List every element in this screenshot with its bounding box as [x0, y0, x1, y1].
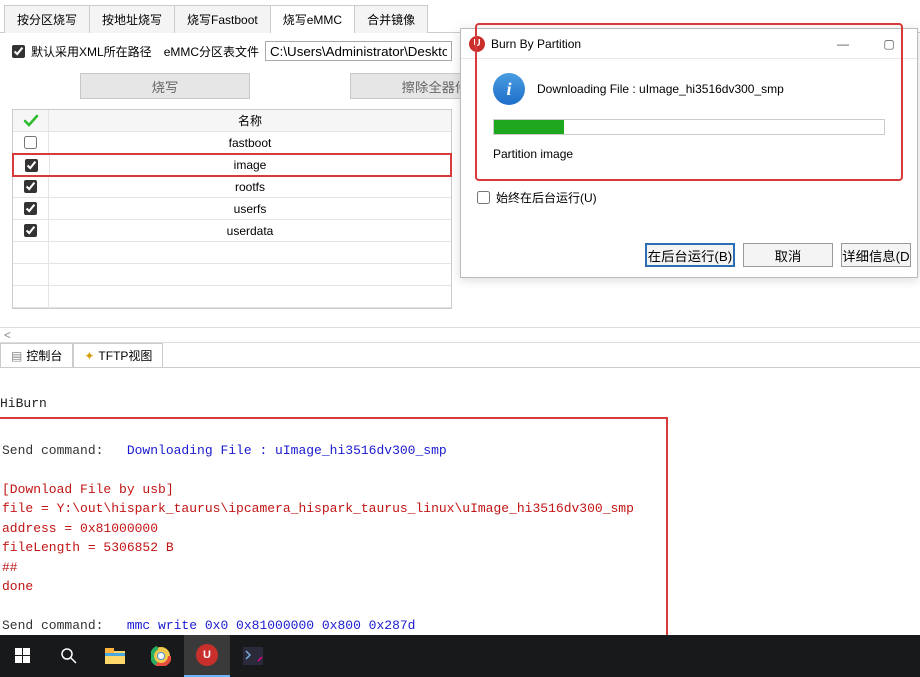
burn-button[interactable]: 烧写 — [80, 73, 250, 99]
windows-taskbar: U — [0, 635, 920, 677]
tab-tftp-label: TFTP视图 — [98, 347, 152, 364]
always-background-label: 始终在后台运行(U) — [496, 189, 597, 206]
emmc-file-path-input[interactable] — [265, 41, 452, 61]
console-output: HiBurn Send command: Downloading File : … — [0, 368, 920, 661]
row-checkbox[interactable] — [24, 180, 37, 193]
table-header-row: 名称 — [13, 110, 451, 132]
tab-merge-image[interactable]: 合并镜像 — [354, 5, 428, 33]
cancel-button[interactable]: 取消 — [743, 243, 833, 267]
file-explorer-icon[interactable] — [92, 635, 138, 677]
table-row[interactable]: userdata — [13, 220, 451, 242]
console-icon: ▤ — [11, 349, 22, 363]
burn-progress-dialog: U Burn By Partition — ▢ i Downloading Fi… — [460, 28, 918, 278]
chrome-icon[interactable] — [138, 635, 184, 677]
tab-console[interactable]: ▤ 控制台 — [0, 343, 73, 367]
info-icon: i — [493, 73, 525, 105]
use-xml-path-label: 默认采用XML所在路径 — [31, 43, 152, 60]
progress-stage: Partition image — [493, 147, 885, 161]
table-row[interactable]: image — [12, 153, 452, 177]
table-row — [13, 264, 451, 286]
row-name: fastboot — [49, 136, 451, 150]
row-checkbox[interactable] — [24, 202, 37, 215]
progress-bar — [493, 119, 885, 135]
tab-burn-emmc[interactable]: 烧写eMMC — [270, 5, 355, 33]
table-row — [13, 242, 451, 264]
console-line: fileLength = 5306852 B — [2, 540, 174, 555]
console-line: mmc write 0x0 0x81000000 0x800 0x287d — [127, 618, 416, 633]
table-row — [13, 286, 451, 308]
console-line: address = 0x81000000 — [2, 521, 158, 536]
table-row[interactable]: rootfs — [13, 176, 451, 198]
row-name: userdata — [49, 224, 451, 238]
dialog-info-box: i Downloading File : uImage_hi3516dv300_… — [475, 23, 903, 181]
console-line: file = Y:\out\hispark_taurus\ipcamera_hi… — [2, 501, 634, 516]
row-checkbox[interactable] — [25, 159, 38, 172]
horizontal-scrollbar[interactable]: < — [0, 327, 920, 343]
table-row[interactable]: fastboot — [13, 132, 451, 154]
tab-burn-by-address[interactable]: 按地址烧写 — [89, 5, 175, 33]
search-button[interactable] — [46, 635, 92, 677]
tab-burn-fastboot[interactable]: 烧写Fastboot — [174, 5, 271, 33]
output-tabs: ▤ 控制台 ✦ TFTP视图 — [0, 343, 920, 368]
console-line: Send command: — [2, 443, 127, 458]
console-line: ## — [2, 560, 18, 575]
terminal-app-icon[interactable] — [230, 635, 276, 677]
tftp-icon: ✦ — [84, 349, 94, 363]
always-background-checkbox[interactable] — [477, 191, 490, 204]
row-name: userfs — [49, 202, 451, 216]
emmc-file-label: eMMC分区表文件 — [164, 43, 259, 60]
console-line: Downloading File : uImage_hi3516dv300_sm… — [127, 443, 447, 458]
start-button[interactable] — [0, 635, 46, 677]
console-line: Send command: — [2, 618, 127, 633]
tab-console-label: 控制台 — [26, 347, 62, 364]
hiburn-app-icon[interactable]: U — [184, 635, 230, 677]
row-checkbox[interactable] — [24, 224, 37, 237]
row-checkbox[interactable] — [24, 136, 37, 149]
run-in-background-button[interactable]: 在后台运行(B) — [645, 243, 735, 267]
header-check-icon — [13, 110, 49, 131]
console-highlight-box: Send command: Downloading File : uImage_… — [0, 417, 668, 641]
partition-table: 名称 fastboot image rootfs userfs userdata — [12, 109, 452, 309]
tab-tftp[interactable]: ✦ TFTP视图 — [73, 343, 163, 367]
row-name: image — [50, 158, 450, 172]
tab-burn-by-partition[interactable]: 按分区烧写 — [4, 5, 90, 33]
console-line: done — [2, 579, 33, 594]
use-xml-path-checkbox[interactable] — [12, 45, 25, 58]
console-line: HiBurn — [0, 396, 47, 411]
row-name: rootfs — [49, 180, 451, 194]
download-message: Downloading File : uImage_hi3516dv300_sm… — [537, 82, 784, 96]
table-row[interactable]: userfs — [13, 198, 451, 220]
details-button[interactable]: 详细信息(D — [841, 243, 911, 267]
console-line: [Download File by usb] — [2, 482, 174, 497]
header-name: 名称 — [49, 112, 451, 129]
